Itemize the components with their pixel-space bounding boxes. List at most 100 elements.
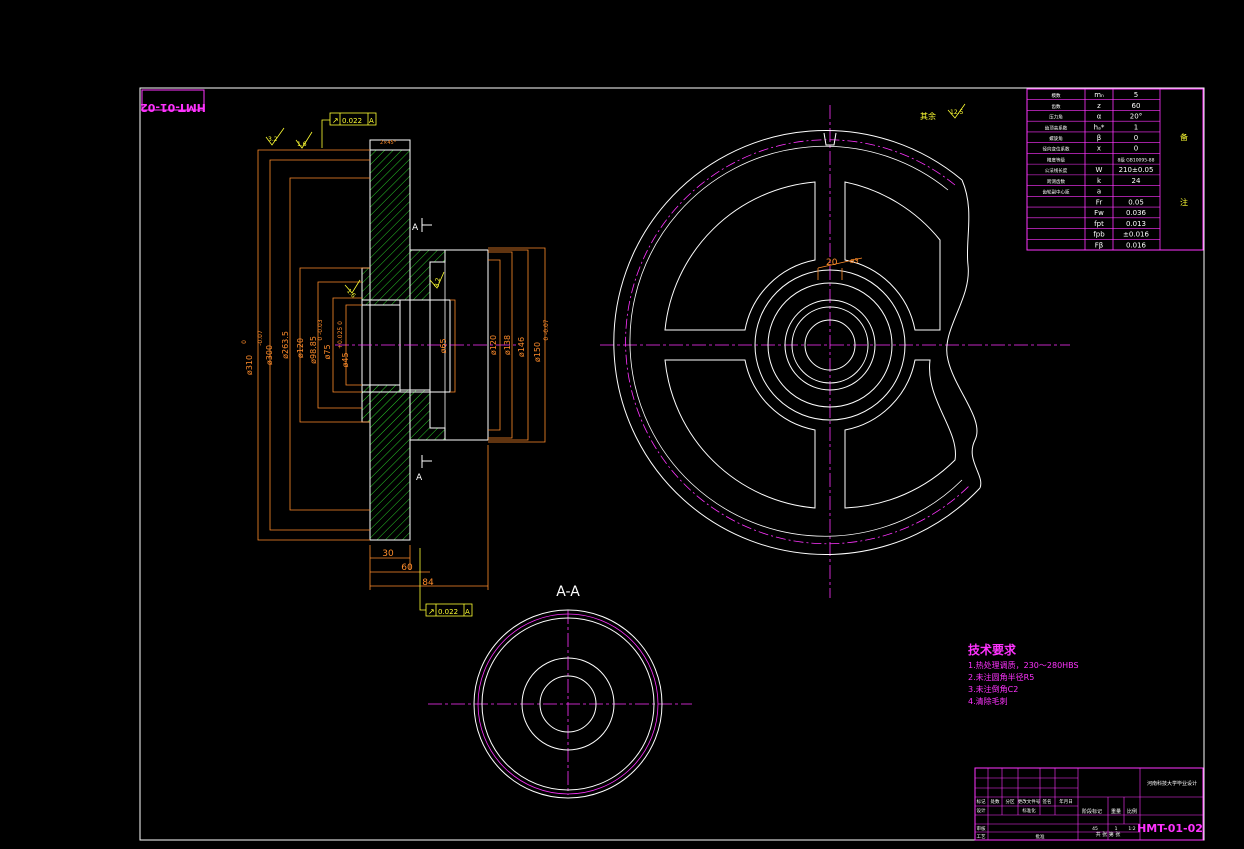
title-sheet: 共 张 第 张 — [1096, 831, 1121, 838]
param-value: 0.016 — [1126, 241, 1147, 249]
break-line — [946, 179, 982, 489]
dim-d45: ø45 — [341, 352, 350, 367]
web-window-tr — [844, 181, 941, 331]
title-block-cell: 设计 — [977, 807, 986, 814]
runout-top-datum: A — [369, 117, 374, 125]
keyway-dim: ø3 — [850, 257, 859, 265]
web-window-br — [844, 359, 956, 509]
title-block-cell: 分区 — [1006, 798, 1015, 805]
chamfer-note: 2×45° — [380, 140, 397, 146]
runout-frame-top: ↗ 0.022 A — [321, 112, 377, 148]
param-value: 20° — [1130, 113, 1142, 121]
param-value: 0.013 — [1126, 220, 1146, 228]
param-table: 备 注 模数 mₙ 5 齿数 z 60 压力角 α 20° 齿顶高系数 hₐ* 1 螺旋角 β 0 径向变位系… — [1026, 88, 1204, 251]
param-symbol: mₙ — [1094, 91, 1104, 99]
dim-l60: 60 — [401, 563, 413, 573]
title-block-cell: 标准化 — [1022, 807, 1036, 814]
title-weight: 重量 — [1111, 808, 1121, 815]
addendum-circle — [613, 130, 981, 555]
param-value: 0.036 — [1126, 209, 1147, 217]
tech-notes: 技术要求 1.热处理调质，230～280HBS 2.未注圆角半径R5 3.未注倒… — [968, 642, 1079, 706]
title-block-cell: 签名 — [1043, 798, 1052, 805]
param-symbol: fpt — [1094, 220, 1104, 228]
title-block-cell: 更改文件号 — [1018, 798, 1041, 805]
dim-d150: ø150 — [533, 342, 542, 362]
param-label: 压力角 — [1049, 114, 1063, 121]
param-symbol: x — [1097, 145, 1101, 153]
param-label: 径向变位系数 — [1043, 146, 1070, 153]
dim-d146: ø146 — [517, 337, 526, 357]
web-window-bl — [664, 359, 816, 509]
dim-d263: ø263.5 — [281, 331, 290, 359]
svg-text:↗: ↗ — [428, 607, 435, 616]
bore-outline — [361, 299, 451, 393]
mirrored-number-box: HMT-01-02 — [140, 89, 206, 114]
param-label: 齿顶高系数 — [1045, 124, 1068, 131]
title-block-cell: 年月日 — [1059, 798, 1073, 805]
cad-drawing: HMT-01-02 ø310 0 -0.07 ø300 ø263.5 ø120 … — [139, 87, 1205, 841]
dim-l84: 84 — [422, 578, 434, 588]
param-value: 24 — [1132, 177, 1141, 185]
param-symbol: z — [1097, 102, 1101, 110]
title-part-number: HMT-01-02 — [1137, 822, 1203, 835]
param-symbol: Fr — [1096, 198, 1103, 206]
dim-d300: ø300 — [265, 345, 274, 365]
param-symbol: W — [1096, 166, 1103, 174]
param-symbol: Fw — [1094, 209, 1104, 217]
runout-bottom-value: 0.022 — [438, 608, 458, 616]
runout-top-value: 0.022 — [342, 117, 362, 125]
front-view: 20 ø3 — [600, 105, 1070, 598]
dim-d65: ø65 — [439, 338, 448, 353]
title-block-cell: 审核 — [977, 825, 986, 832]
view-aa-title: A-A — [556, 584, 580, 600]
param-label: 齿数 — [1052, 103, 1061, 110]
dim-l30: 30 — [382, 549, 394, 559]
param-label: 齿轮副中心距 — [1043, 189, 1070, 196]
param-symbol: fpb — [1093, 231, 1105, 239]
cut-label-bottom: A — [416, 473, 423, 483]
dim-d75: ø75 — [323, 344, 332, 359]
tech-note-1: 1.热处理调质，230～280HBS — [968, 660, 1079, 670]
title-school: 河南科技大学毕业设计 — [1147, 780, 1197, 787]
param-symbol: β — [1097, 134, 1101, 142]
param-value: 0.05 — [1128, 198, 1144, 206]
svg-text:↗: ↗ — [332, 116, 339, 125]
param-value: 60 — [1132, 102, 1141, 110]
dim-d120: ø120 — [296, 338, 305, 358]
keyway-width: 20 — [826, 258, 838, 268]
dim-d150-tol: 0 -0.07 — [543, 319, 550, 340]
roughness-4: 3.2 — [434, 277, 443, 288]
dim-d310-tol-bot: -0.07 — [257, 330, 264, 346]
title-block-cell: 1 — [1115, 826, 1118, 832]
title-stage: 阶段标记 — [1082, 808, 1102, 815]
dim-d310: ø310 — [245, 355, 254, 375]
param-value: 0 — [1134, 134, 1138, 142]
tech-note-2: 2.未注圆角半径R5 — [968, 672, 1034, 682]
param-value: 8级 GB10095-88 — [1117, 156, 1154, 163]
param-label: 模数 — [1052, 92, 1061, 99]
param-value: 1 — [1134, 123, 1138, 131]
title-block: 河南科技大学毕业设计 阶段标记 重量 比例 共 张 第 张 HMT-01-02 … — [974, 767, 1204, 841]
param-symbol: k — [1097, 177, 1102, 185]
param-label: 公法线长度 — [1045, 167, 1068, 174]
runout-bottom-datum: A — [465, 608, 470, 616]
param-value: ±0.016 — [1123, 231, 1149, 239]
roughness-1: 3.2 — [268, 136, 278, 143]
hatch-lower-rim — [361, 384, 446, 541]
roughness-rest: 12.5 — [950, 109, 964, 116]
param-symbol: hₐ* — [1094, 123, 1105, 131]
param-label: 精度等级 — [1047, 156, 1065, 163]
cut-label-top: A — [412, 223, 419, 233]
param-symbol: a — [1097, 188, 1101, 196]
dim-d138: ø138 — [503, 335, 512, 355]
mirrored-drawing-number: HMT-01-02 — [140, 101, 206, 114]
param-symbol: α — [1097, 113, 1102, 121]
title-block-cell: 处数 — [991, 798, 1000, 805]
section-view: ø310 0 -0.07 ø300 ø263.5 ø120 ø98.85 ø75… — [241, 103, 966, 617]
param-value: 210±0.05 — [1119, 166, 1154, 174]
hatch-upper-rim — [361, 149, 446, 306]
param-label: 螺旋角 — [1049, 135, 1063, 142]
tech-notes-title: 技术要求 — [968, 642, 1017, 657]
title-block-cell: 批准 — [1036, 833, 1045, 840]
title-block-cell: 标记 — [977, 798, 986, 805]
